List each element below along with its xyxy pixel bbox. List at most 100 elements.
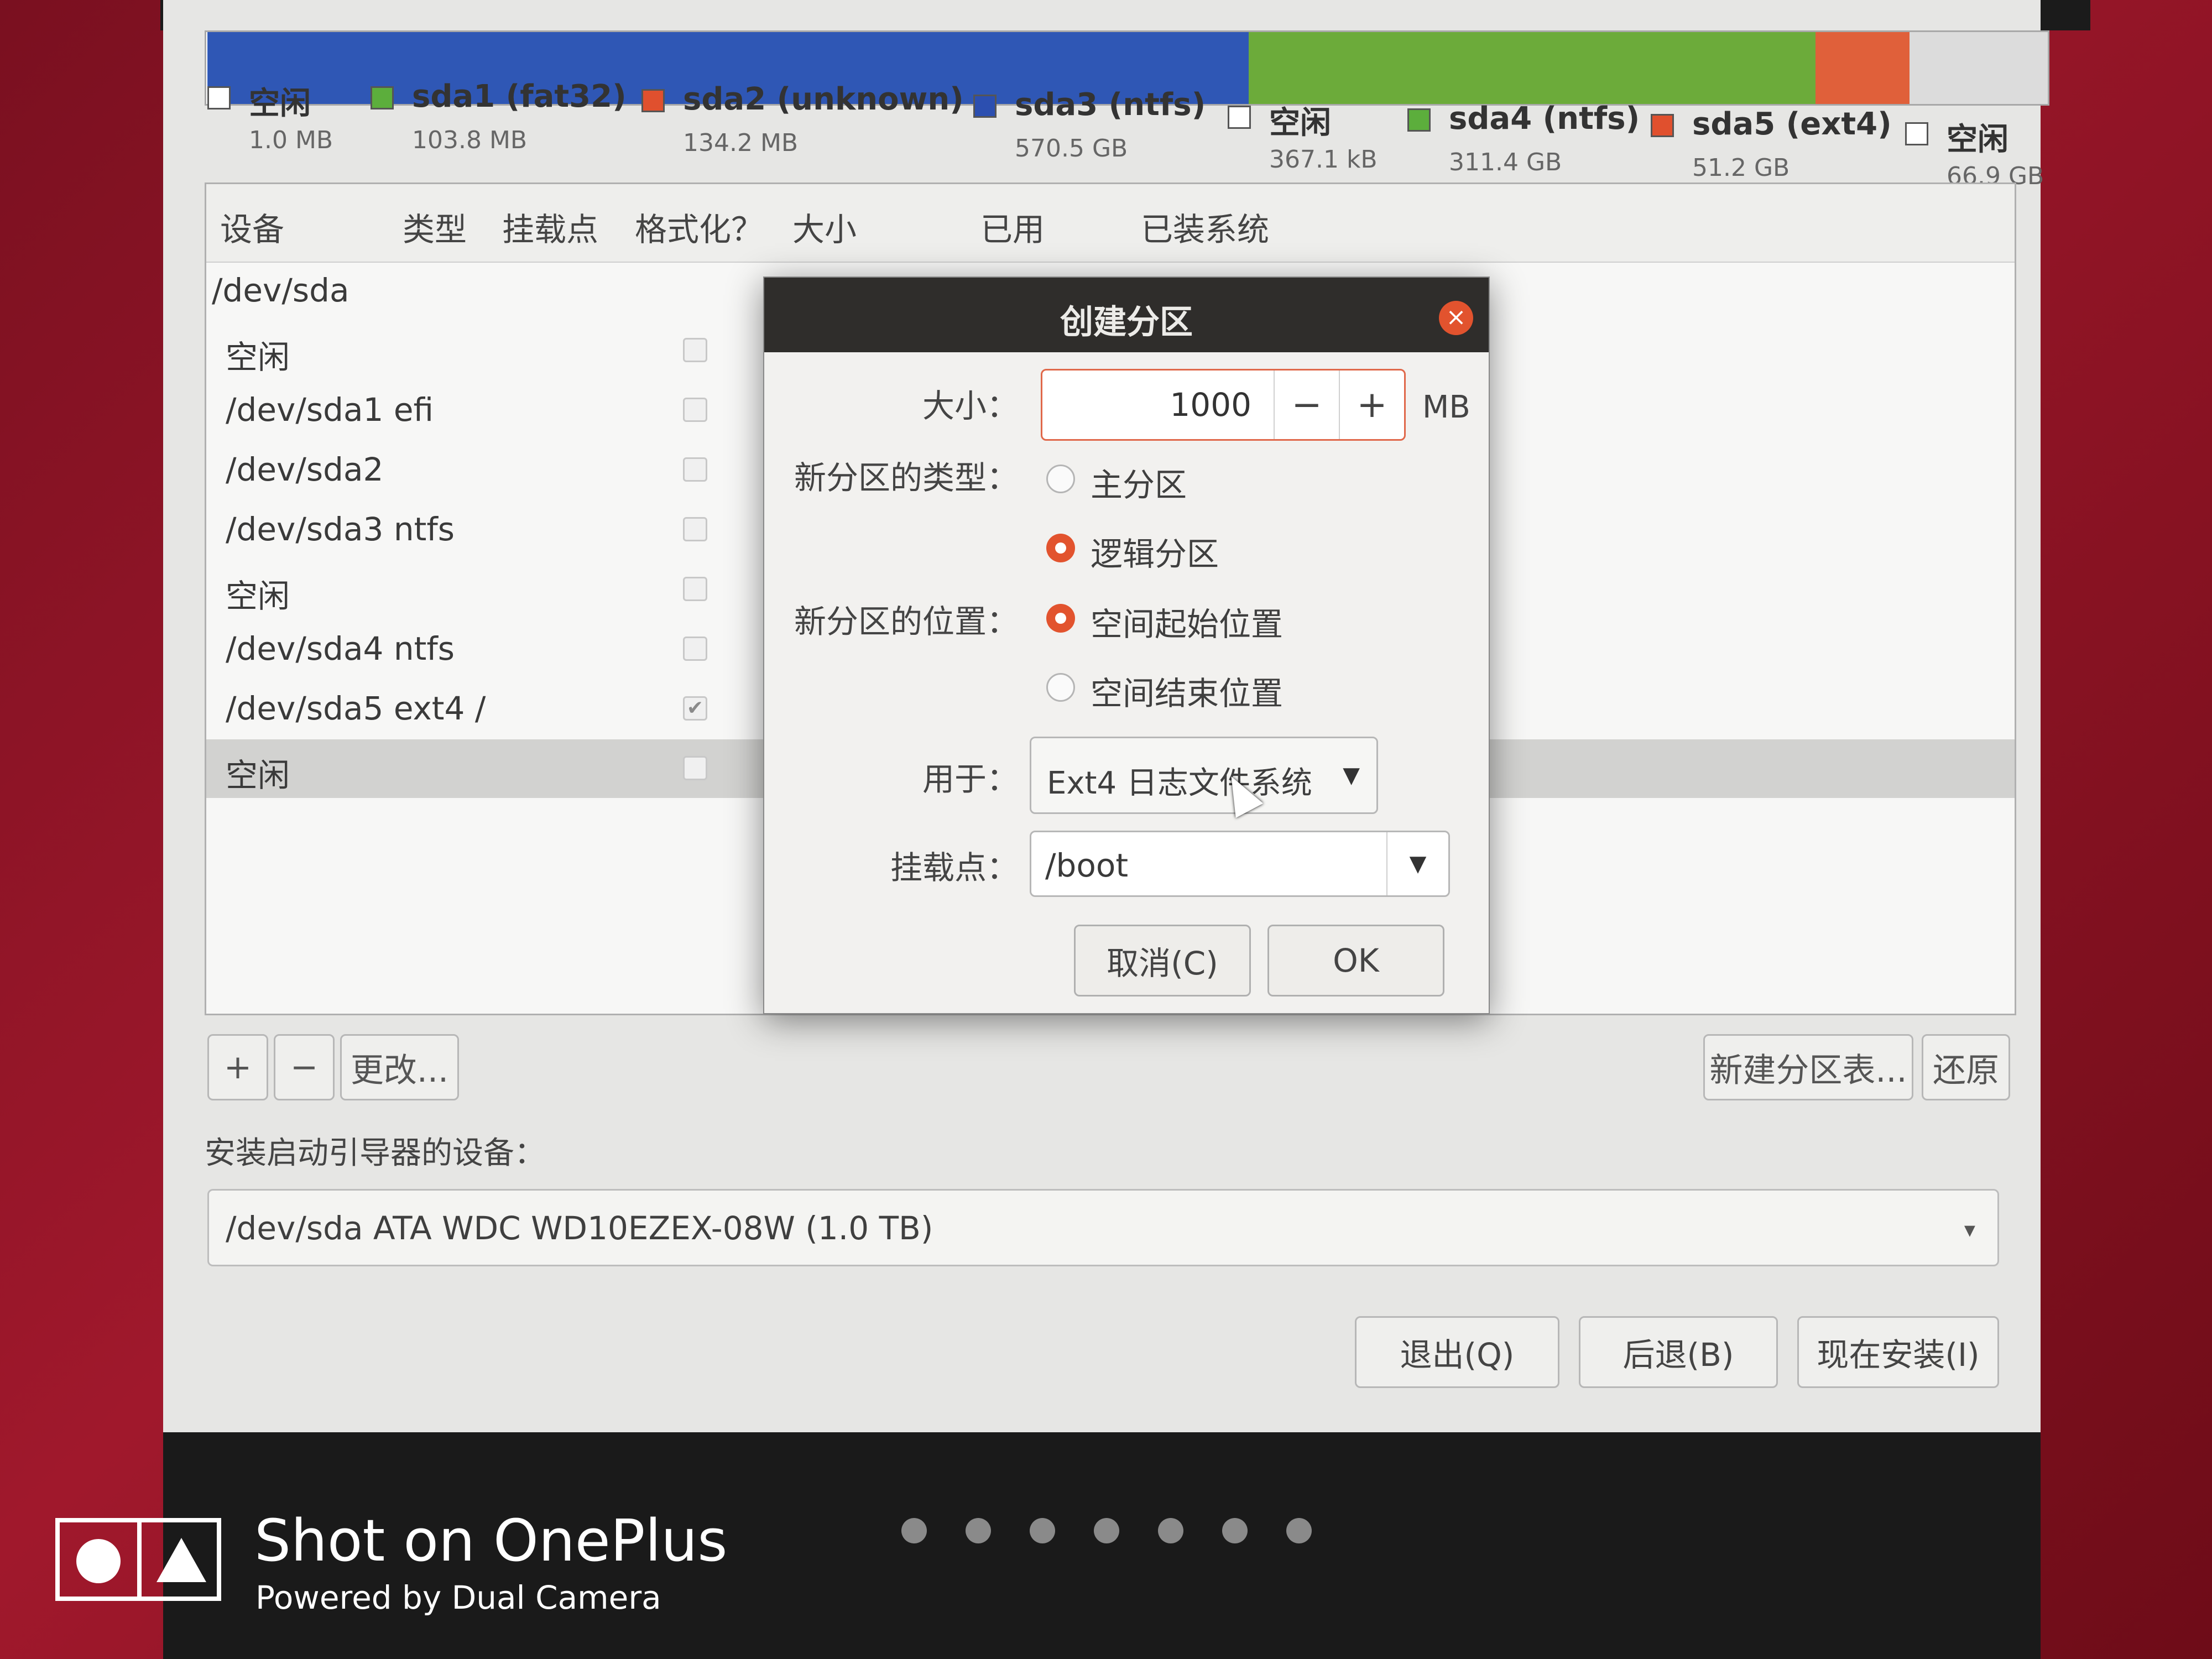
format-checkbox[interactable] [683, 457, 707, 482]
legend-name: 空闲 [1269, 105, 1331, 141]
legend-size: 51.2 GB [1692, 154, 1790, 182]
format-checkbox[interactable] [683, 398, 707, 422]
slideshow-dots [901, 1518, 1312, 1543]
format-checkbox[interactable] [683, 338, 707, 362]
device-cell: /dev/sda5 ext4 / [226, 690, 486, 727]
device-cell: /dev/sda1 efi [226, 391, 434, 429]
slideshow-dot[interactable] [901, 1518, 927, 1543]
use-as-label: 用于： [922, 760, 1019, 798]
ok-button[interactable]: OK [1267, 925, 1444, 997]
device-cell: 空闲 [226, 757, 290, 794]
slideshow-dot[interactable] [966, 1518, 991, 1543]
slideshow-dot[interactable] [1286, 1518, 1312, 1543]
primary-partition-radio[interactable] [1046, 465, 1075, 493]
format-checkbox[interactable] [683, 756, 707, 780]
column-header-used[interactable]: 已用 [980, 204, 1045, 250]
close-icon[interactable]: × [1439, 301, 1473, 335]
device-cell: /dev/sda2 [226, 451, 384, 488]
format-checkbox[interactable] [683, 637, 707, 661]
format-checkbox[interactable] [683, 577, 707, 601]
logical-partition-radio[interactable] [1046, 534, 1075, 562]
mount-point-combobox[interactable]: /boot ▼ [1030, 831, 1450, 897]
column-header-mount[interactable]: 挂载点 [502, 204, 598, 250]
device-cell: /dev/sda [212, 272, 349, 309]
legend-name: sda3 (ntfs) [1015, 87, 1206, 123]
legend-swatch [1651, 114, 1674, 137]
quit-button[interactable]: 退出(Q) [1355, 1316, 1559, 1388]
legend-name: 空闲 [249, 86, 311, 122]
legend-name: sda4 (ntfs) [1449, 101, 1640, 137]
dropdown-arrow-icon: ▼ [1343, 763, 1360, 788]
mount-point-input[interactable]: /boot [1045, 847, 1128, 884]
legend-swatch [1228, 106, 1251, 129]
location-start-radio[interactable] [1046, 604, 1075, 633]
column-header-type[interactable]: 类型 [403, 204, 467, 250]
logical-partition-label[interactable]: 逻辑分区 [1091, 528, 1219, 575]
change-partition-button[interactable]: 更改... [340, 1034, 459, 1100]
slideshow-dot[interactable] [1030, 1518, 1055, 1543]
column-header-size[interactable]: 大小 [792, 204, 857, 250]
device-cell: /dev/sda3 ntfs [226, 510, 455, 548]
legend-name: sda2 (unknown) [683, 81, 964, 117]
legend-swatch [207, 86, 231, 109]
camera-logo-icon [55, 1518, 221, 1601]
dropdown-arrow-icon[interactable]: ▼ [1386, 832, 1448, 895]
location-end-label[interactable]: 空间结束位置 [1091, 667, 1283, 714]
bootloader-device-value: /dev/sda ATA WDC WD10EZEX-08W (1.0 TB) [226, 1209, 933, 1247]
legend-size: 103.8 MB [412, 126, 528, 154]
format-checkbox[interactable]: ✔ [683, 696, 707, 721]
legend-swatch [973, 95, 997, 118]
column-header-format[interactable]: 格式化？ [635, 204, 763, 250]
format-checkbox[interactable] [683, 517, 707, 541]
add-partition-button[interactable]: + [207, 1034, 268, 1100]
legend-size: 570.5 GB [1015, 134, 1128, 163]
device-cell: 空闲 [226, 338, 290, 376]
slideshow-dot[interactable] [1222, 1518, 1248, 1543]
install-now-button[interactable]: 现在安装(I) [1797, 1316, 1999, 1388]
legend-size: 1.0 MB [249, 126, 333, 154]
new-partition-table-button[interactable]: 新建分区表... [1703, 1034, 1913, 1100]
partition-location-label: 新分区的位置： [794, 603, 1019, 640]
slideshow-dot[interactable] [1094, 1518, 1119, 1543]
partition-bar-segment [1248, 32, 1816, 104]
device-cell: /dev/sda4 ntfs [226, 630, 455, 667]
legend-swatch [1905, 122, 1928, 145]
watermark-title: Shot on OnePlus [254, 1507, 728, 1574]
mount-point-label: 挂载点： [890, 849, 1019, 886]
legend-name: sda1 (fat32) [412, 79, 627, 114]
location-end-radio[interactable] [1046, 673, 1075, 702]
location-start-label[interactable]: 空间起始位置 [1091, 598, 1283, 645]
partition-bar-segment [1910, 32, 2048, 104]
watermark-subtitle: Powered by Dual Camera [255, 1579, 661, 1616]
legend-swatch [641, 89, 665, 112]
dialog-title: 创建分区 [1060, 303, 1193, 342]
size-unit-label: MB [1422, 389, 1470, 425]
back-button[interactable]: 后退(B) [1579, 1316, 1778, 1388]
legend-swatch [371, 86, 394, 109]
device-cell: 空闲 [226, 577, 290, 615]
remove-partition-button[interactable]: − [274, 1034, 335, 1100]
size-spinbox[interactable]: 1000 − + [1041, 369, 1406, 441]
primary-partition-label[interactable]: 主分区 [1091, 459, 1187, 505]
legend-size: 311.4 GB [1449, 148, 1562, 176]
partition-type-label: 新分区的类型： [794, 459, 1019, 497]
size-input[interactable]: 1000 [1042, 371, 1275, 439]
dialog-titlebar: 创建分区 × [764, 278, 1489, 352]
create-partition-dialog: 创建分区 × 大小： 1000 − + MB 新分区的类型： 主分区 逻辑分区 … [763, 276, 1490, 1014]
column-header-device[interactable]: 设备 [220, 204, 284, 250]
size-label: 大小： [922, 387, 1019, 425]
use-as-select[interactable]: Ext4 日志文件系统 ▼ [1030, 737, 1378, 814]
bootloader-device-select[interactable]: /dev/sda ATA WDC WD10EZEX-08W (1.0 TB) ▾ [207, 1189, 1999, 1266]
legend-name: sda5 (ext4) [1692, 106, 1892, 142]
column-header-system[interactable]: 已装系统 [1141, 204, 1269, 250]
revert-button[interactable]: 还原 [1922, 1034, 2010, 1100]
partition-bar-segment [1815, 32, 1910, 104]
cancel-button[interactable]: 取消(C) [1074, 925, 1251, 997]
bootloader-device-label: 安装启动引导器的设备： [205, 1135, 545, 1171]
size-increment-button[interactable]: + [1340, 371, 1404, 439]
chevron-down-icon: ▾ [1964, 1217, 1975, 1243]
slideshow-dot[interactable] [1158, 1518, 1183, 1543]
legend-size: 134.2 MB [683, 129, 799, 157]
legend-swatch [1407, 108, 1431, 132]
size-decrement-button[interactable]: − [1275, 371, 1340, 439]
